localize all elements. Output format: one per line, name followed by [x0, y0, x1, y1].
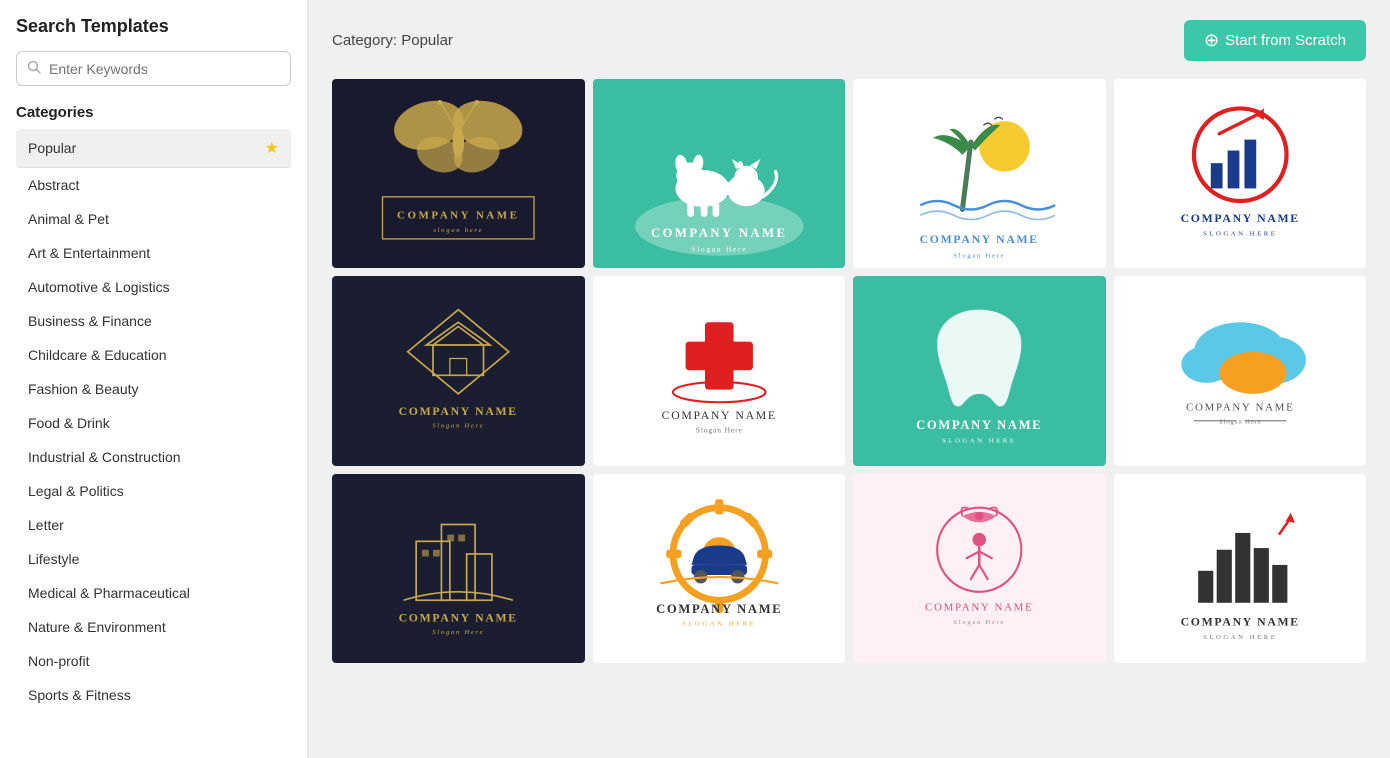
svg-text:COMPANY NAME: COMPANY NAME	[1180, 212, 1299, 225]
svg-text:COMPANY NAME: COMPANY NAME	[916, 419, 1042, 433]
svg-text:slogan here: slogan here	[433, 227, 483, 234]
svg-text:COMPANY NAME: COMPANY NAME	[399, 405, 518, 418]
sidebar-item-label: Food & Drink	[28, 415, 110, 431]
sidebar-item-label: Animal & Pet	[28, 211, 109, 227]
sidebar-item-medical-pharmaceutical[interactable]: Medical & Pharmaceutical	[16, 576, 291, 610]
sidebar-item-label: Industrial & Construction	[28, 449, 181, 465]
svg-text:SLOGAN HERE: SLOGAN HERE	[1203, 231, 1277, 238]
sidebar-item-label: Sports & Fitness	[28, 687, 131, 703]
sidebar-item-label: Non-profit	[28, 653, 89, 669]
template-card-4[interactable]: COMPANY NAME SLOGAN HERE	[1114, 79, 1367, 268]
svg-text:COMPANY NAME: COMPANY NAME	[920, 233, 1039, 246]
sidebar-item-label: Childcare & Education	[28, 347, 167, 363]
template-card-8[interactable]: COMPANY NAME Slogan Here	[1114, 276, 1367, 465]
sidebar-item-label: Lifestyle	[28, 551, 79, 567]
svg-text:Slogan Here: Slogan Here	[691, 245, 747, 254]
sidebar-item-label: Business & Finance	[28, 313, 152, 329]
sidebar-item-label: Legal & Politics	[28, 483, 124, 499]
main-content: Category: Popular ⊕ Start from Scratch	[308, 0, 1390, 758]
search-box[interactable]	[16, 51, 291, 86]
sidebar-item-childcare-education[interactable]: Childcare & Education	[16, 338, 291, 372]
sidebar-item-label: Fashion & Beauty	[28, 381, 139, 397]
svg-text:COMPANY NAME: COMPANY NAME	[656, 602, 782, 616]
svg-text:COMPANY NAME: COMPANY NAME	[1180, 615, 1299, 628]
svg-text:SLOGAN HERE: SLOGAN HERE	[682, 620, 756, 627]
search-icon	[27, 60, 41, 77]
popular-star-icon: ★	[265, 138, 279, 158]
template-card-3[interactable]: COMPANY NAME Slogan Here	[853, 79, 1106, 268]
sidebar-item-nature-environment[interactable]: Nature & Environment	[16, 610, 291, 644]
categories-title: Categories	[16, 104, 291, 121]
sidebar-item-label: Abstract	[28, 177, 79, 193]
template-card-11[interactable]: COMPANY NAME Slogan Here	[853, 474, 1106, 663]
category-prefix: Category	[332, 32, 393, 49]
sidebar-item-label: Popular	[28, 140, 76, 156]
svg-text:SLOGAN HERE: SLOGAN HERE	[942, 438, 1016, 445]
svg-text:COMPANY NAME: COMPANY NAME	[397, 210, 519, 222]
svg-text:Slogan Here: Slogan Here	[695, 426, 742, 435]
svg-text:COMPANY NAME: COMPANY NAME	[925, 601, 1033, 613]
template-card-1[interactable]: COMPANY NAME slogan here	[332, 79, 585, 268]
template-card-7[interactable]: COMPANY NAME SLOGAN HERE	[853, 276, 1106, 465]
sidebar-item-abstract[interactable]: Abstract	[16, 168, 291, 202]
sidebar-item-label: Letter	[28, 517, 64, 533]
svg-text:Slogan Here: Slogan Here	[432, 629, 484, 636]
category-list: Popular ★ Abstract Animal & Pet Art & Entert…	[16, 129, 291, 712]
sidebar-item-fashion-beauty[interactable]: Fashion & Beauty	[16, 372, 291, 406]
sidebar-item-label: Nature & Environment	[28, 619, 166, 635]
svg-text:Slogan Here: Slogan Here	[1218, 419, 1261, 426]
start-button-label: Start from Scratch	[1225, 32, 1346, 49]
sidebar-item-business-finance[interactable]: Business & Finance	[16, 304, 291, 338]
svg-text:COMPANY NAME: COMPANY NAME	[399, 611, 518, 624]
logo-grid: COMPANY NAME slogan here	[332, 79, 1366, 663]
svg-text:Slogan Here: Slogan Here	[432, 423, 484, 430]
plus-icon: ⊕	[1204, 30, 1219, 51]
start-from-scratch-button[interactable]: ⊕ Start from Scratch	[1184, 20, 1366, 61]
svg-text:Slogan Here: Slogan Here	[953, 619, 1005, 626]
search-input[interactable]	[49, 61, 280, 77]
category-label: Category: Popular	[332, 32, 453, 49]
svg-text:Slogan Here: Slogan Here	[953, 252, 1005, 259]
sidebar-item-art-entertainment[interactable]: Art & Entertainment	[16, 236, 291, 270]
sidebar-item-label: Art & Entertainment	[28, 245, 150, 261]
sidebar-item-automotive-logistics[interactable]: Automotive & Logistics	[16, 270, 291, 304]
sidebar-title: Search Templates	[16, 16, 291, 37]
sidebar-item-sports-fitness[interactable]: Sports & Fitness	[16, 678, 291, 712]
svg-text:COMPANY NAME: COMPANY NAME	[1186, 402, 1294, 414]
main-header: Category: Popular ⊕ Start from Scratch	[332, 20, 1366, 61]
sidebar-item-label: Automotive & Logistics	[28, 279, 170, 295]
svg-text:COMPANY NAME: COMPANY NAME	[661, 409, 776, 422]
template-card-2[interactable]: COMPANY NAME Slogan Here	[593, 79, 846, 268]
sidebar-item-animal-pet[interactable]: Animal & Pet	[16, 202, 291, 236]
sidebar: Search Templates Categories Popular ★ Abst…	[0, 0, 308, 758]
svg-text:SLOGAN HERE: SLOGAN HERE	[1203, 634, 1277, 641]
sidebar-item-non-profit[interactable]: Non-profit	[16, 644, 291, 678]
sidebar-item-letter[interactable]: Letter	[16, 508, 291, 542]
sidebar-item-industrial-construction[interactable]: Industrial & Construction	[16, 440, 291, 474]
template-card-12[interactable]: COMPANY NAME SLOGAN HERE	[1114, 474, 1367, 663]
template-card-6[interactable]: COMPANY NAME Slogan Here	[593, 276, 846, 465]
template-card-5[interactable]: COMPANY NAME Slogan Here	[332, 276, 585, 465]
svg-text:COMPANY NAME: COMPANY NAME	[651, 226, 787, 240]
template-card-9[interactable]: COMPANY NAME Slogan Here	[332, 474, 585, 663]
sidebar-item-popular[interactable]: Popular ★	[16, 129, 291, 168]
sidebar-item-food-drink[interactable]: Food & Drink	[16, 406, 291, 440]
sidebar-item-legal-politics[interactable]: Legal & Politics	[16, 474, 291, 508]
category-name: Popular	[401, 32, 453, 49]
sidebar-item-label: Medical & Pharmaceutical	[28, 585, 190, 601]
sidebar-item-lifestyle[interactable]: Lifestyle	[16, 542, 291, 576]
template-card-10[interactable]: COMPANY NAME SLOGAN HERE	[593, 474, 846, 663]
